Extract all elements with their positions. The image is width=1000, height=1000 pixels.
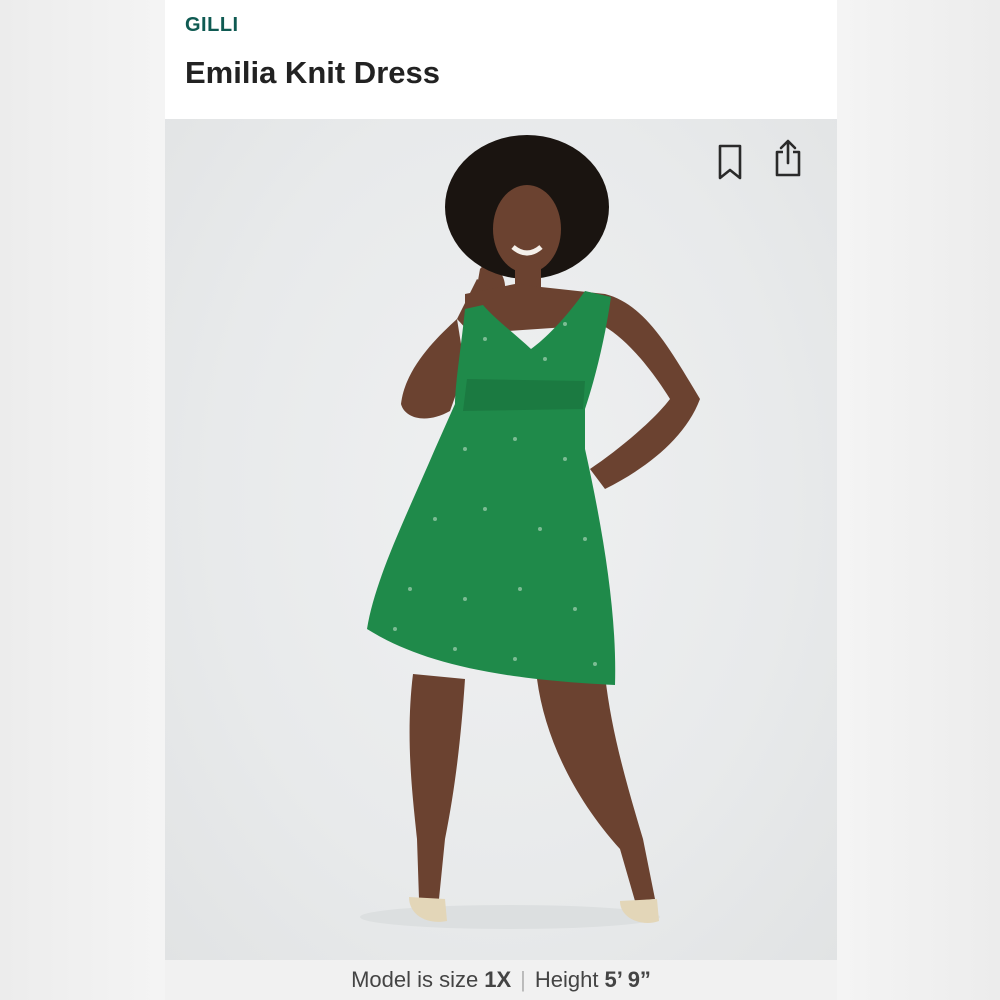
model-info: Model is size 1X | Height 5’ 9” <box>165 960 837 1000</box>
product-title: Emilia Knit Dress <box>185 55 440 90</box>
model-height-value: 5’ 9” <box>604 967 651 992</box>
right-leg <box>537 675 655 901</box>
share-icon <box>775 139 801 177</box>
brand-name[interactable]: GILLI <box>185 14 239 37</box>
product-photo[interactable] <box>165 119 837 960</box>
model-size-value: 1X <box>484 967 512 992</box>
face <box>493 185 561 273</box>
model-size-label: Model is size <box>351 967 479 992</box>
bookmark-button[interactable] <box>710 140 750 184</box>
dress <box>367 291 616 685</box>
dress-waist <box>463 379 585 411</box>
model-image <box>360 135 700 929</box>
floor-shadow <box>360 905 660 929</box>
product-card: GILLI Emilia Knit Dress Model is size 1X… <box>165 0 837 1000</box>
bookmark-icon <box>718 144 742 180</box>
left-leg <box>409 674 465 899</box>
product-header: GILLI Emilia Knit Dress <box>165 0 837 119</box>
share-button[interactable] <box>768 136 808 180</box>
info-separator: | <box>520 967 526 992</box>
model-height-label: Height <box>534 967 599 992</box>
